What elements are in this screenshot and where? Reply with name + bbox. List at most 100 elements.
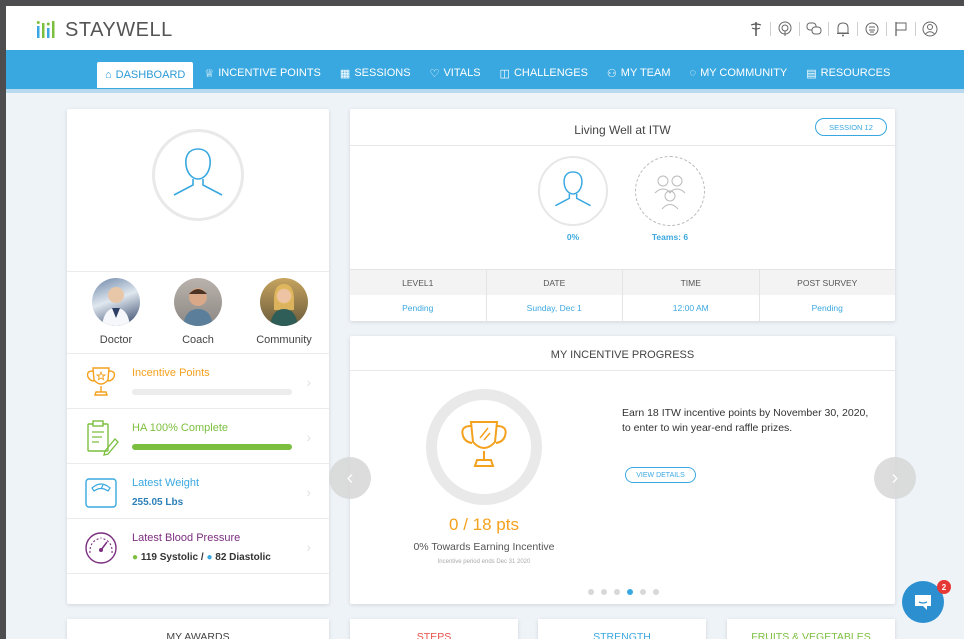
user-account-icon[interactable] [915, 16, 944, 42]
strength-title: STRENGTH [593, 631, 651, 639]
chart-icon: ◫ [499, 67, 510, 80]
contact-doctor[interactable]: Doctor [81, 278, 151, 346]
incentive-progress-card: MY INCENTIVE PROGRESS 0 / 18 pts 0% Towa… [329, 336, 916, 604]
contact-label: Community [256, 334, 312, 346]
diastolic-value: 82 [215, 552, 227, 563]
header-icon-bar [741, 16, 944, 42]
carousel-dot[interactable] [653, 589, 659, 595]
ha-progress-bar [132, 444, 292, 450]
carousel-dot[interactable] [588, 589, 594, 595]
divider [350, 370, 895, 371]
nav-my-team[interactable]: ⚇ MY TEAM [599, 62, 679, 84]
main-nav-bar: ⌂ DASHBOARD ♕ INCENTIVE POINTS ▦ SESSION… [6, 50, 964, 93]
teams-count: Teams: 6 [651, 232, 689, 242]
document-icon: ▤ [806, 67, 817, 80]
trophy-icon: ♕ [204, 67, 215, 80]
chat-bubble-icon [915, 595, 931, 610]
flag-icon[interactable] [886, 16, 915, 42]
fruits-vegetables-title: FRUITS & VEGETABLES [751, 631, 871, 639]
heart-icon: ♡ [429, 67, 440, 80]
my-awards-card[interactable]: MY AWARDS [67, 619, 329, 639]
carousel-dot[interactable] [601, 589, 607, 595]
brand-name: STAYWELL [65, 18, 173, 41]
incentive-period-text: Incentive period ends Dec 31 2020 [437, 559, 531, 565]
nav-label: VITALS [443, 67, 481, 79]
carousel-dot[interactable] [614, 589, 620, 595]
col-date: DATE [487, 270, 623, 295]
incentive-progress-title: MY INCENTIVE PROGRESS [550, 349, 695, 361]
level-status[interactable]: Pending [350, 295, 487, 321]
session-time: 12:00 AM [623, 295, 760, 321]
chevron-right-icon: › [891, 466, 899, 489]
ha-progress-fill [132, 444, 292, 450]
ha-complete-label: HA 100% Complete [132, 422, 228, 434]
systolic-value: 119 [140, 552, 157, 563]
medical-caduceus-icon[interactable] [741, 16, 770, 42]
scale-icon [85, 478, 117, 508]
nav-label: SESSIONS [354, 67, 411, 79]
diastolic-label: Diastolic [229, 552, 271, 563]
gauge-icon [85, 532, 117, 564]
incentive-progress-bar [132, 389, 292, 395]
podcast-icon[interactable] [770, 16, 799, 42]
chat-bubbles-icon[interactable] [799, 16, 828, 42]
coach-photo [174, 278, 222, 326]
carousel-dot[interactable] [640, 589, 646, 595]
home-icon: ⌂ [105, 69, 112, 81]
latest-weight-label: Latest Weight [132, 477, 200, 489]
col-time: TIME [623, 270, 760, 295]
col-level: LEVEL1 [350, 270, 487, 295]
nav-resources[interactable]: ▤ RESOURCES [798, 62, 898, 84]
nav-label: MY TEAM [620, 67, 671, 79]
incentive-points-row[interactable]: Incentive Points › [67, 353, 329, 408]
table-row: Pending Sunday, Dec 1 12:00 AM Pending [350, 295, 895, 321]
contact-coach[interactable]: Coach [163, 278, 233, 346]
incentive-percent-text: 0% Towards Earning Incentive [413, 541, 555, 553]
session-button[interactable]: SESSION 12 [815, 118, 887, 136]
systolic-label: Systolic / [159, 552, 204, 563]
latest-weight-value: 255.05 Lbs [132, 497, 184, 508]
nav-items: ⌂ DASHBOARD ♕ INCENTIVE POINTS ▦ SESSION… [97, 58, 901, 88]
bell-icon[interactable] [828, 16, 857, 42]
latest-weight-row[interactable]: Latest Weight 255.05 Lbs › [67, 463, 329, 518]
ha-complete-row[interactable]: HA 100% Complete › [67, 408, 329, 463]
user-progress-avatar[interactable] [538, 156, 608, 226]
systolic-dot-icon: ● [132, 552, 139, 563]
carousel-dot[interactable] [627, 589, 633, 595]
team-icon: ⚇ [606, 67, 617, 80]
chat-icon: ◌ [689, 67, 697, 79]
blood-pressure-row[interactable]: Latest Blood Pressure ● 119 Systolic / ●… [67, 518, 329, 573]
profile-card: Doctor Coach Community Incentive Points … [67, 109, 329, 604]
nav-label: CHALLENGES [513, 67, 588, 79]
steps-card[interactable]: STEPS [350, 619, 518, 639]
nav-sessions[interactable]: ▦ SESSIONS [332, 62, 419, 84]
logo-mark-icon [36, 21, 55, 38]
living-well-card: Living Well at ITW SESSION 12 0% Teams: … [350, 109, 895, 321]
strength-card[interactable]: STRENGTH [538, 619, 706, 639]
carousel-dots [588, 589, 659, 595]
steps-title: STEPS [416, 631, 452, 639]
blood-pressure-label: Latest Blood Pressure [132, 532, 241, 544]
nav-challenges[interactable]: ◫ CHALLENGES [492, 62, 596, 84]
teams-avatar[interactable] [635, 156, 705, 226]
view-details-button[interactable]: VIEW DETAILS [625, 467, 696, 483]
user-silhouette-icon [555, 171, 591, 207]
trophy-icon [461, 421, 507, 467]
contact-community[interactable]: Community [249, 278, 319, 346]
staywell-logo[interactable]: STAYWELL [35, 19, 173, 41]
nav-vitals[interactable]: ♡ VITALS [422, 62, 489, 84]
carousel-prev-button[interactable]: ‹ [329, 457, 371, 499]
avatar[interactable] [152, 129, 244, 221]
rewards-icon[interactable] [857, 16, 886, 42]
clipboard-icon [87, 420, 119, 456]
nav-my-community[interactable]: ◌ MY COMMUNITY [682, 62, 796, 84]
chevron-left-icon: ‹ [346, 466, 354, 489]
fruits-vegetables-card[interactable]: FRUITS & VEGETABLES [727, 619, 895, 639]
nav-label: DASHBOARD [115, 69, 186, 81]
user-silhouette-icon [173, 148, 223, 196]
post-survey-status[interactable]: Pending [760, 295, 896, 321]
nav-incentive-points[interactable]: ♕ INCENTIVE POINTS [196, 62, 329, 84]
team-group-icon [654, 175, 686, 210]
carousel-next-button[interactable]: › [874, 457, 916, 499]
nav-dashboard[interactable]: ⌂ DASHBOARD [97, 62, 194, 88]
